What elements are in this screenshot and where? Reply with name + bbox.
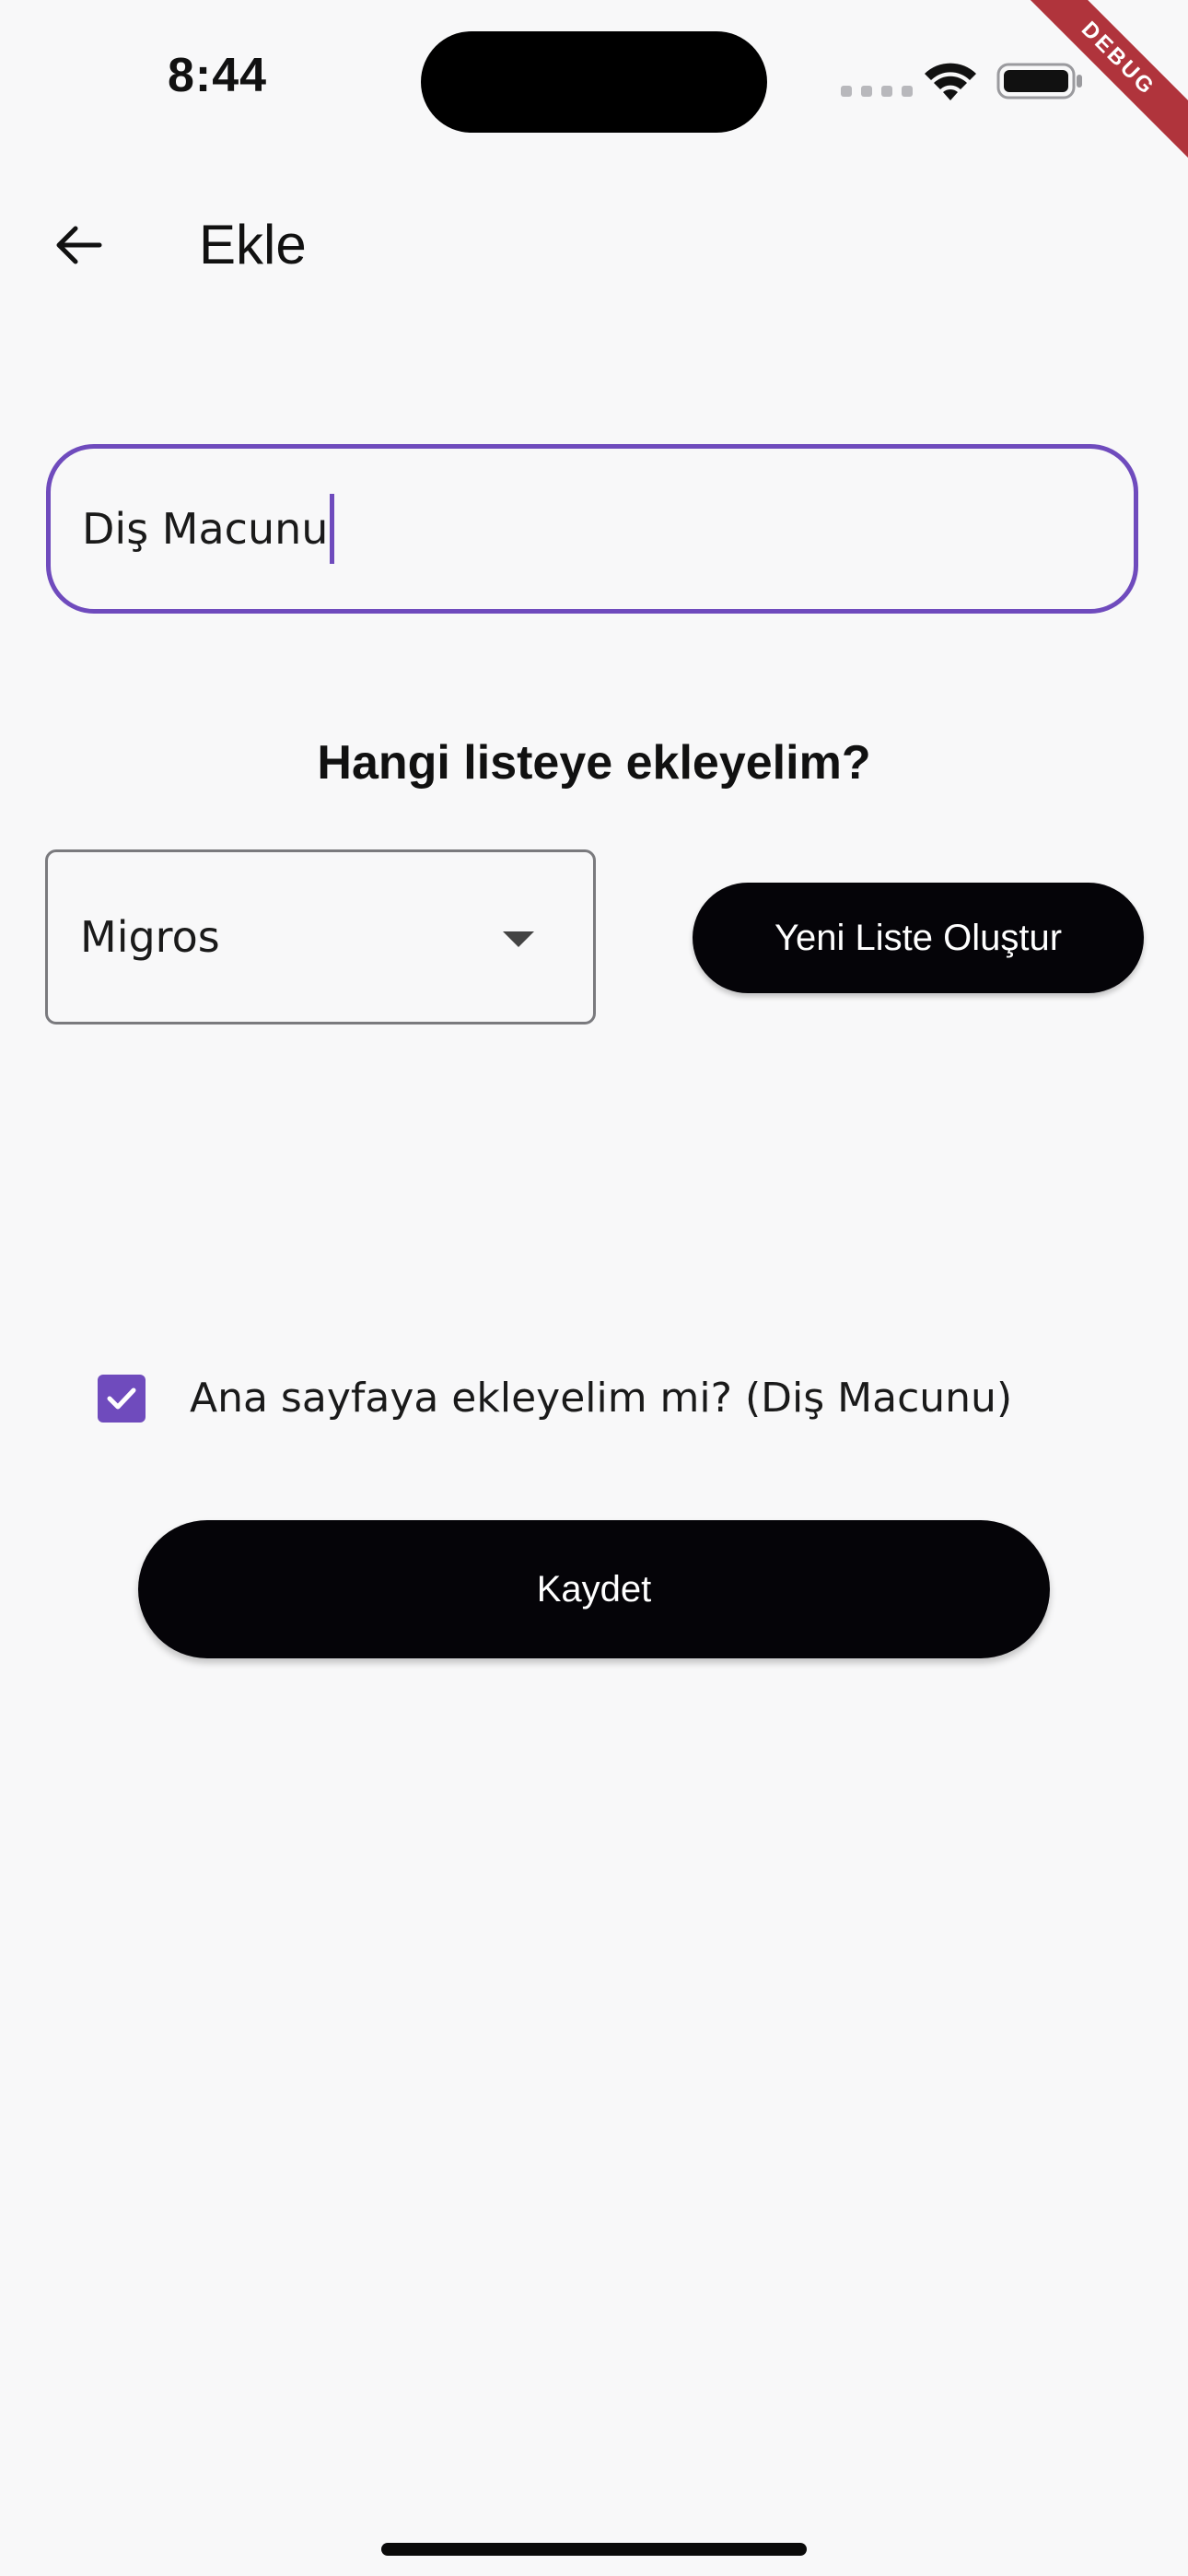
home-indicator[interactable] (381, 2543, 807, 2556)
page-title: Ekle (199, 214, 307, 275)
checkmark-icon (107, 1388, 136, 1410)
caret-down-icon (503, 931, 534, 947)
wifi-icon (925, 63, 976, 100)
battery-icon (996, 63, 1082, 100)
back-button[interactable] (41, 208, 114, 282)
dynamic-island (421, 31, 767, 133)
status-time: 8:44 (168, 49, 268, 102)
save-button-label: Kaydet (536, 1568, 652, 1610)
save-button[interactable]: Kaydet (138, 1520, 1050, 1658)
item-name-value[interactable]: Diş Macunu (82, 504, 328, 554)
add-to-home-checkbox[interactable] (98, 1375, 146, 1423)
list-section-heading: Hangi listeye ekleyelim? (317, 736, 871, 790)
new-list-button-label: Yeni Liste Oluştur (774, 917, 1063, 958)
new-list-button[interactable]: Yeni Liste Oluştur (693, 883, 1144, 993)
list-dropdown[interactable]: Migros (45, 849, 596, 1025)
arrow-left-icon (56, 226, 102, 264)
cellular-signal-icon (841, 86, 913, 97)
add-to-home-label[interactable]: Ana sayfaya ekleyelim mi? (Diş Macunu) (190, 1369, 1012, 1428)
text-cursor (330, 494, 335, 564)
add-item-screen: 8:44 DEBUG Ekle Diş Macunu Hangi listeye… (0, 0, 1188, 2576)
item-name-input[interactable]: Diş Macunu (46, 444, 1138, 614)
list-dropdown-value: Migros (80, 912, 220, 962)
